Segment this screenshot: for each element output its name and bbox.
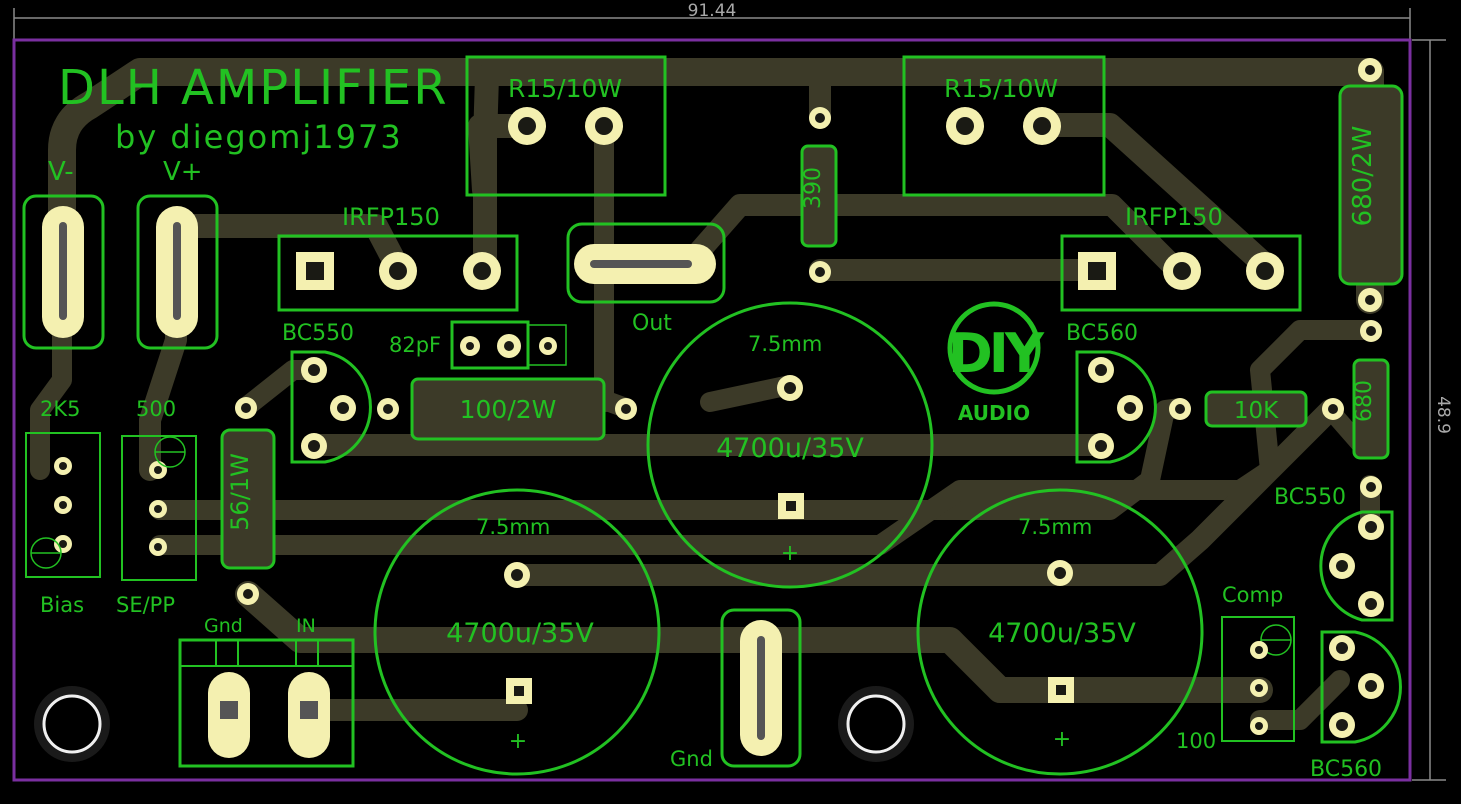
cap-center-pitch: 7.5mm	[748, 332, 822, 356]
cap-center-value: 4700u/35V	[716, 433, 864, 464]
cap-82p-label: 82pF	[389, 333, 441, 357]
irfp-right-label: IRFP150	[1125, 203, 1223, 231]
r680-label: 680	[1352, 380, 1377, 422]
r390-label: 390	[801, 167, 826, 209]
cap-right-plus: +	[1053, 727, 1071, 752]
width-dimension: 91.44	[688, 1, 737, 21]
r680-2w-label: 680/2W	[1348, 126, 1378, 227]
in-label: IN	[296, 615, 316, 637]
height-dimension: 48.9	[1433, 396, 1453, 434]
comp-label: Comp	[1222, 583, 1283, 607]
pcb-layout: 91.44 48.9 DLH AMPLIFIER by diegomj1973 …	[12, 1, 1453, 782]
r56-1w-label: 56/1W	[226, 453, 254, 531]
r15-right-label: R15/10W	[944, 74, 1058, 103]
r100-2w-label: 100/2W	[460, 395, 557, 424]
cap-left-value: 4700u/35V	[446, 618, 594, 649]
out-label: Out	[632, 311, 672, 336]
r100-label: 100	[1176, 729, 1216, 753]
cap-center-plus: +	[781, 541, 799, 566]
mounting-hole-center	[838, 686, 914, 762]
cap-right-pitch: 7.5mm	[1018, 515, 1092, 539]
pot-500-label: 500	[136, 397, 176, 421]
se-pp-label: SE/PP	[116, 593, 175, 617]
bc560-top-label: BC560	[1066, 321, 1138, 346]
bc550-right-label: BC550	[1274, 485, 1346, 510]
bias-label: Bias	[40, 593, 84, 617]
bc550-left-label: BC550	[282, 321, 354, 346]
v-plus-label: V+	[163, 157, 203, 187]
irfp-left-label: IRFP150	[342, 203, 440, 231]
resistor-100-2w: 100/2W	[377, 377, 637, 441]
cap-left-pitch: 7.5mm	[476, 515, 550, 539]
board-author: by diegomj1973	[115, 118, 403, 156]
cap-right-value: 4700u/35V	[988, 618, 1136, 649]
r10k-label: 10K	[1234, 398, 1279, 424]
pot-2k5-label: 2K5	[40, 397, 81, 421]
mounting-hole-left	[34, 686, 110, 762]
gnd-bottom-label: Gnd	[670, 747, 713, 771]
audio-logo-text: AUDIO	[958, 401, 1030, 425]
board-title: DLH AMPLIFIER	[58, 60, 449, 116]
cap-left-plus: +	[509, 729, 527, 754]
r15-left-label: R15/10W	[508, 74, 622, 103]
resistor-680-2w: 680/2W	[1338, 58, 1404, 312]
bc560-bottom-label: BC560	[1310, 757, 1382, 782]
gnd-in-label: Gnd	[204, 615, 243, 637]
diy-logo-text: DIY	[948, 322, 1045, 385]
v-minus-label: V-	[48, 157, 74, 187]
